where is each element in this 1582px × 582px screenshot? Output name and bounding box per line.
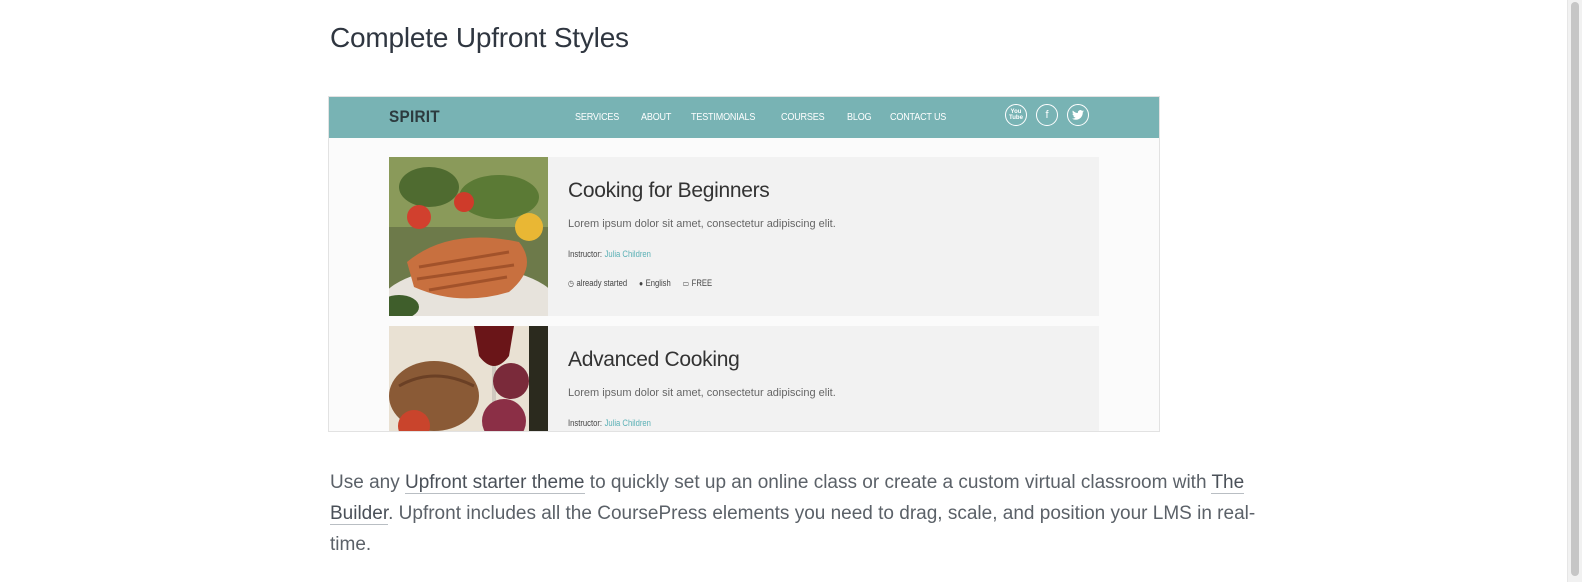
preview-menu: SERVICES ABOUT TESTIMONIALS COURSES BLOG… (575, 111, 955, 123)
instructor-name-link[interactable]: Julia Children (605, 418, 651, 428)
course-card[interactable]: Advanced Cooking Lorem ipsum dolor sit a… (389, 326, 1099, 431)
body-text-part: Use any (330, 472, 405, 493)
course-meta: ◷ already started ● English ▭ FREE (568, 278, 712, 288)
course-instructor: Instructor: Julia Children (568, 418, 651, 428)
course-title[interactable]: Advanced Cooking (568, 348, 740, 372)
scrollbar-thumb[interactable] (1571, 2, 1579, 576)
course-card[interactable]: Cooking for Beginners Lorem ipsum dolor … (389, 157, 1099, 316)
course-language: ● English (639, 278, 671, 288)
preview-logo: SPIRIT (389, 107, 440, 126)
preview-menu-item-blog[interactable]: BLOG (847, 111, 872, 123)
body-text-part: to quickly set up an online class or cre… (584, 472, 1212, 493)
globe-icon: ● (639, 279, 644, 288)
course-instructor: Instructor: Julia Children (568, 249, 651, 259)
instructor-label: Instructor: (568, 249, 603, 259)
preview-menu-item-courses[interactable]: COURSES (781, 111, 825, 123)
preview-social-icons: You Tube f (1005, 104, 1089, 126)
course-price: ▭ FREE (682, 278, 713, 288)
instructor-name-link[interactable]: Julia Children (605, 249, 651, 259)
course-status: ◷ already started (568, 278, 628, 288)
theme-preview-image: SPIRIT SERVICES ABOUT TESTIMONIALS COURS… (328, 96, 1160, 432)
youtube-icon[interactable]: You Tube (1005, 104, 1027, 126)
course-description: Lorem ipsum dolor sit amet, consectetur … (568, 218, 836, 230)
body-text-part: . Upfront includes all the CoursePress e… (330, 503, 1256, 555)
page-title: Complete Upfront Styles (330, 22, 629, 53)
instructor-label: Instructor: (568, 418, 603, 428)
facebook-icon[interactable]: f (1036, 104, 1058, 126)
upfront-starter-theme-link[interactable]: Upfront starter theme (404, 472, 585, 494)
clock-icon: ◷ (568, 279, 574, 288)
preview-navbar: SPIRIT SERVICES ABOUT TESTIMONIALS COURS… (329, 97, 1159, 138)
preview-menu-item-contact[interactable]: CONTACT US (890, 111, 946, 123)
ticket-icon: ▭ (682, 279, 690, 288)
course-image-bread-wine (389, 326, 548, 431)
preview-menu-item-about[interactable]: ABOUT (641, 111, 671, 123)
page-scrollbar[interactable] (1567, 0, 1582, 582)
course-title[interactable]: Cooking for Beginners (568, 179, 770, 203)
course-description: Lorem ipsum dolor sit amet, consectetur … (568, 387, 836, 399)
twitter-icon[interactable] (1067, 104, 1089, 126)
course-image-salmon (389, 157, 548, 316)
preview-menu-item-services[interactable]: SERVICES (575, 111, 619, 123)
preview-menu-item-testimonials[interactable]: TESTIMONIALS (691, 111, 755, 123)
description-paragraph: Use any Upfront starter theme to quickly… (330, 467, 1270, 560)
